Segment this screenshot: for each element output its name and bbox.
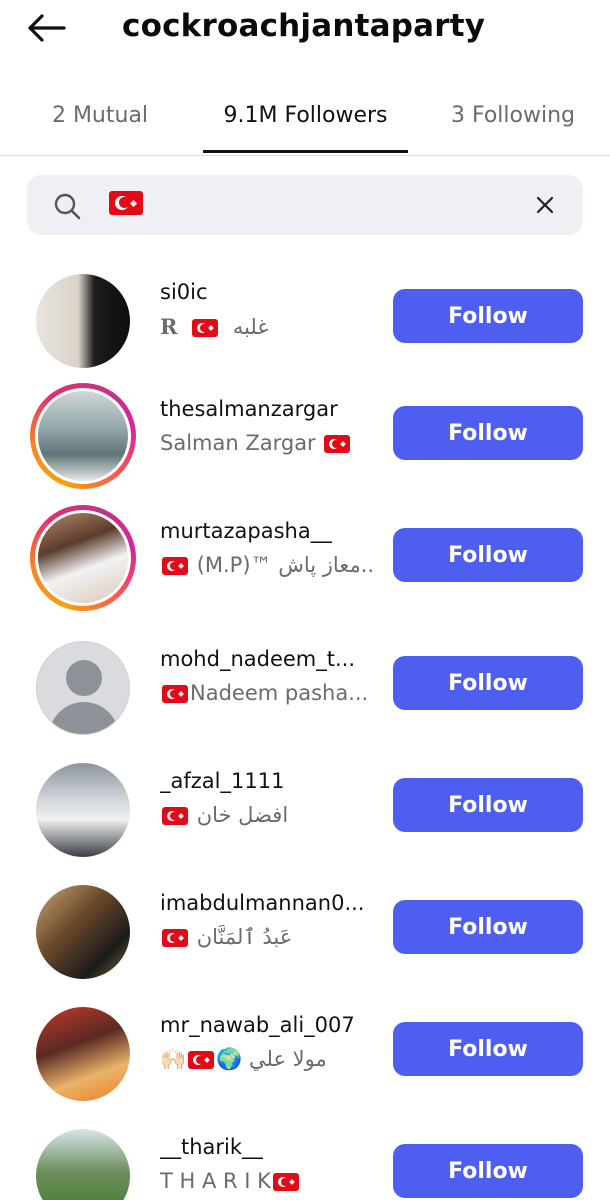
username[interactable]: murtazapasha__ <box>160 519 332 543</box>
full-name: Salman Zargar <box>160 431 352 455</box>
follow-button[interactable]: Follow <box>393 900 583 954</box>
avatar[interactable] <box>30 757 136 863</box>
tab-following[interactable]: 3 Following <box>430 96 596 136</box>
username[interactable]: imabdulmannan0... <box>160 891 364 915</box>
follow-button[interactable]: Follow <box>393 1022 583 1076</box>
avatar[interactable] <box>30 1001 136 1107</box>
follow-button[interactable]: Follow <box>393 778 583 832</box>
avatar-image <box>35 510 131 606</box>
turkey-flag-icon <box>188 1051 215 1069</box>
follow-button[interactable]: Follow <box>393 656 583 710</box>
list-item[interactable]: __tharik__ T H A R I K Follow <box>0 1123 610 1200</box>
username[interactable]: thesalmanzargar <box>160 397 338 421</box>
turkey-flag-icon <box>109 191 143 215</box>
avatar-image <box>36 885 130 979</box>
search-icon <box>54 193 81 220</box>
follow-button[interactable]: Follow <box>393 1144 583 1198</box>
avatar-image <box>36 274 130 368</box>
full-name: عَبدُ ٱلمَنَّان <box>160 925 292 949</box>
username[interactable]: mr_nawab_ali_007 <box>160 1013 355 1037</box>
tab-followers[interactable]: 9.1M Followers <box>203 96 408 136</box>
avatar-image <box>35 388 131 484</box>
avatar-image <box>36 1129 130 1200</box>
search-input[interactable] <box>27 175 583 235</box>
turkey-flag-icon <box>162 929 188 947</box>
turkey-flag-icon <box>324 435 351 453</box>
full-name: افضل خان <box>160 803 288 827</box>
tab-bar: 2 Mutual 9.1M Followers 3 Following <box>0 86 610 156</box>
follow-button[interactable]: Follow <box>393 528 583 582</box>
username[interactable]: _afzal_1111 <box>160 769 284 793</box>
tab-mutual[interactable]: 2 Mutual <box>18 96 182 136</box>
list-item[interactable]: mr_nawab_ali_007 🙌🏻 🌍 مولا علي Follow <box>0 1001 610 1123</box>
turkey-flag-icon <box>162 685 188 703</box>
follow-button[interactable]: Follow <box>393 289 583 343</box>
full-name: Nadeem pasha... <box>160 681 368 705</box>
list-item[interactable]: imabdulmannan0... عَبدُ ٱلمَنَّان Follow <box>0 879 610 1001</box>
avatar[interactable] <box>30 268 136 374</box>
list-item[interactable]: _afzal_1111 افضل خان Follow <box>0 757 610 879</box>
turkey-flag-icon <box>162 807 188 825</box>
list-item[interactable]: si0ic R غلبه Follow <box>0 268 610 390</box>
avatar[interactable] <box>30 383 136 489</box>
list-item[interactable]: murtazapasha__ (M.P)™ معاز پاش... Follow <box>0 505 610 629</box>
full-name: R غلبه <box>160 314 269 339</box>
arrow-left-icon <box>28 14 66 42</box>
avatar[interactable] <box>30 505 136 611</box>
full-name: T H A R I K <box>160 1169 301 1193</box>
turkey-flag-icon <box>272 1173 299 1191</box>
active-tab-indicator <box>203 150 408 153</box>
follow-button[interactable]: Follow <box>393 406 583 460</box>
full-name: 🙌🏻 🌍 مولا علي <box>160 1047 327 1071</box>
page-title: cockroachjantaparty <box>122 8 486 44</box>
avatar[interactable] <box>30 1123 136 1200</box>
username[interactable]: mohd_nadeem_t... <box>160 647 355 671</box>
avatar[interactable] <box>30 879 136 985</box>
turkey-flag-icon <box>162 557 188 575</box>
header: cockroachjantaparty <box>0 0 610 56</box>
default-avatar-icon <box>36 641 130 735</box>
avatar[interactable] <box>30 635 136 741</box>
avatar-image <box>36 1007 130 1101</box>
back-button[interactable] <box>26 8 70 48</box>
close-icon[interactable] <box>534 194 556 216</box>
turkey-flag-icon <box>192 319 219 337</box>
list-item[interactable]: mohd_nadeem_t... Nadeem pasha... Follow <box>0 635 610 757</box>
username[interactable]: __tharik__ <box>160 1135 263 1159</box>
list-item[interactable]: thesalmanzargar Salman Zargar Follow <box>0 383 610 507</box>
avatar-image <box>36 763 130 857</box>
username[interactable]: si0ic <box>160 280 208 304</box>
full-name: (M.P)™ معاز پاش... <box>160 553 376 577</box>
